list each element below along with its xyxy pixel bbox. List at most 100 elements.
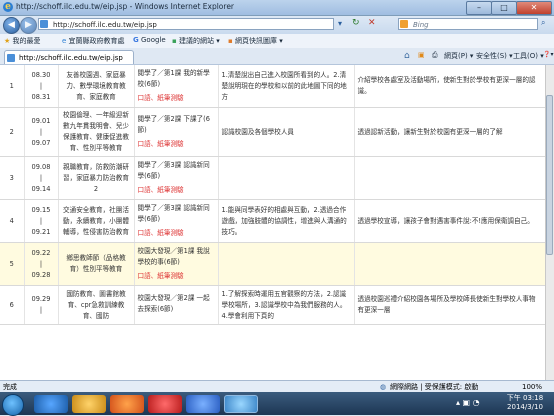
star-icon: ★ <box>4 37 11 45</box>
row-topic: 友善校園週、家庭暴力、數學環境教育教育、家庭教育 <box>58 65 135 108</box>
date-from: 09.22 <box>31 248 51 257</box>
fav-item-label: 宜蘭縣政府教育處 <box>68 37 125 45</box>
favorites-button[interactable]: ★ 我的最愛 <box>4 36 41 46</box>
minimize-button[interactable]: – <box>466 1 492 15</box>
row-number: 1 <box>0 65 25 108</box>
search-input[interactable]: Bing <box>398 18 538 30</box>
help-icon[interactable]: ❓▾ <box>543 51 553 58</box>
page-content: 1 08.30 | 08.31 友善校園週、家庭暴力、數學環境教育教育、家庭教育 閱學了／… <box>0 65 545 380</box>
row-topic: 國防教育、圖書館教育、cpr急救訓練教育、國防 <box>58 285 135 325</box>
row-number: 4 <box>0 199 25 243</box>
stop-icon[interactable]: ✕ <box>368 18 376 28</box>
date-separator: | <box>39 127 43 136</box>
table-row: 4 09.15 | 09.21 交通安全教育，社團活動，永續教育，小團體輔導，性侵害防治… <box>0 199 545 243</box>
goal-text: 認識校園及各個學校人員 <box>221 127 295 136</box>
dropdown-icon[interactable]: ▾ <box>338 19 342 28</box>
fav-item-education-dept[interactable]: e 宜蘭縣政府教育處 <box>62 36 125 46</box>
row-goal: 1.了解探索時運用五官觀察的方法，2.認識學校場所，3.認識學校中為我們服務的人… <box>218 285 355 325</box>
row-number-text: 1 <box>9 81 14 90</box>
start-button[interactable] <box>2 394 24 416</box>
scrollbar-thumb[interactable] <box>546 95 553 255</box>
feeds-icon[interactable]: ▣ <box>418 51 425 59</box>
row-note <box>354 156 545 200</box>
fav-item-web-slice-gallery[interactable]: ▪ 網頁快訊圖庫 ▾ <box>228 36 283 46</box>
date-to: 09.28 <box>31 270 51 279</box>
row-topic: 交通安全教育，社團活動，永續教育，小團體輔導，性侵害防治教育 <box>58 199 135 243</box>
curriculum-table: 1 08.30 | 08.31 友善校園週、家庭暴力、數學環境教育教育、家庭教育 閱學了／… <box>0 65 545 325</box>
forward-icon[interactable]: ▶ <box>20 17 37 34</box>
row-note: 透過認新活動，讓新生對於校園有更深一層的了解 <box>354 107 545 157</box>
row-dates: 09.22 | 09.28 <box>24 242 59 286</box>
topic-text: 校園倫理、一年級迎新數九年貫我明會、兒少保護教育、健康促進教育、性別平等教育 <box>63 111 129 152</box>
word-taskbar-icon[interactable] <box>186 395 220 413</box>
row-note: 透過校園巡禮介紹校園各場所及學校師長使新生對學校人事物有更深一層 <box>354 285 545 325</box>
clock[interactable]: 下午 03:18 2014/3/10 <box>500 394 550 412</box>
fav-item-suggested-sites[interactable]: ▪ 建議的網站 ▾ <box>172 36 220 46</box>
row-note: 介紹學校各處室及活動場所，使新生對於學校有更深一層的認識。 <box>354 65 545 108</box>
row-number: 5 <box>0 242 25 286</box>
row-unit: 閱學了／第3課 認識新同學(6節) 口語、紙筆測驗 <box>134 156 219 200</box>
date-separator: | <box>39 259 43 268</box>
print-icon[interactable]: ⎙ <box>432 51 438 60</box>
table-row: 3 09.08 | 09.14 親職教育，防救防潮研習，家庭暴力防治教育2 閱學了／第3課… <box>0 156 545 200</box>
evaluation-text: 口語、紙筆測驗 <box>137 140 184 148</box>
unit-text: 閱學了／第2課 下課了(6節) <box>137 115 210 134</box>
row-goal: 1.能與同學表好的相處與互動，2.透過合作遊戲，加強肢體的協調性，增進與人溝通的… <box>218 199 355 243</box>
date-from: 09.01 <box>31 116 51 125</box>
date-separator: | <box>39 306 43 314</box>
date-from: 09.08 <box>31 162 51 171</box>
table-row: 5 09.22 | 09.28 鄉思教師節（品格教育）性別平等教育 校園大發現／第1課 我… <box>0 242 545 286</box>
close-button[interactable]: ✕ <box>516 1 552 15</box>
row-goal <box>218 242 355 286</box>
table-row: 6 09.29 | 國防教育、圖書館教育、cpr急救訓練教育、國防 校園大發現／第2課 … <box>0 285 545 325</box>
row-goal: 1.清楚說出自己進入校園所看到的人。2.清楚說明現在的學校和以前的此地圖下同的地… <box>218 65 355 108</box>
evaluation-text: 口語、紙筆測驗 <box>137 229 184 237</box>
unit-text: 校園大發現／第1課 我說學校的事(6節) <box>137 247 210 266</box>
note-text: 透過校園巡禮介紹校園各場所及學校師長使新生對學校人事物有更深一層 <box>357 295 536 314</box>
menu-page[interactable]: 網頁(P) ▾ <box>444 51 473 61</box>
date-from: 08.30 <box>31 70 51 79</box>
ie-active-window-icon[interactable] <box>224 395 258 413</box>
unit-text: 校園大發現／第2課 一起去探索(6節) <box>137 293 210 313</box>
fav-item-label: 網頁快訊圖庫 ▾ <box>234 37 283 45</box>
refresh-icon[interactable]: ↻ <box>352 18 360 28</box>
fav-item-google[interactable]: G Google <box>133 36 166 44</box>
explorer-taskbar-icon[interactable] <box>72 395 106 413</box>
ie-page-icon: e <box>62 37 67 45</box>
row-number-text: 5 <box>9 259 14 268</box>
favorites-bar: ★ 我的最愛 e 宜蘭縣政府教育處 G Google ▪ 建議的網站 ▾ ▪ 網… <box>0 34 554 49</box>
fav-item-label: Google <box>140 36 166 44</box>
date-to: 09.14 <box>31 184 51 193</box>
topic-text: 親職教育，防救防潮研習，家庭暴力防治教育2 <box>63 162 129 193</box>
evaluation-text: 口語、紙筆測驗 <box>137 94 184 102</box>
topic-text: 友善校園週、家庭暴力、數學環境教育教育、家庭教育 <box>66 70 126 101</box>
topic-text: 鄉思教師節（品格教育）性別平等教育 <box>66 254 126 273</box>
menu-tools[interactable]: 工具(O) ▾ <box>513 51 544 61</box>
row-note <box>354 242 545 286</box>
media-player-taskbar-icon[interactable] <box>110 395 144 413</box>
row-number-text: 4 <box>9 216 14 225</box>
clock-date: 2014/3/10 <box>507 403 543 411</box>
row-number: 3 <box>0 156 25 200</box>
date-to: 09.07 <box>31 138 51 147</box>
ie-taskbar-icon[interactable] <box>34 395 68 413</box>
row-unit: 閱學了／第1課 我的新學校(6節) 口語、紙筆測驗 <box>134 65 219 108</box>
title-bar: e http://schoff.ilc.edu.tw/eip.jsp - Win… <box>0 0 554 16</box>
menu-safety[interactable]: 安全性(S) ▾ <box>476 51 513 61</box>
maximize-button[interactable]: □ <box>491 1 517 15</box>
clock-time: 下午 03:18 <box>506 394 544 402</box>
back-icon[interactable]: ◀ <box>3 17 20 34</box>
row-dates: 09.15 | 09.21 <box>24 199 59 243</box>
home-icon[interactable]: ⌂ <box>404 51 410 61</box>
chrome-taskbar-icon[interactable] <box>148 395 182 413</box>
note-text: 透過認新活動，讓新生對於校園有更深一層的了解 <box>357 127 503 136</box>
search-icon[interactable]: ⌕ <box>541 18 545 28</box>
tray-icons[interactable]: ▴ ▣ ◔ <box>456 398 480 407</box>
row-topic: 鄉思教師節（品格教育）性別平等教育 <box>58 242 135 286</box>
browser-tab[interactable]: http://schoff.ilc.edu.tw/eip.jsp <box>4 50 134 64</box>
date-to: 09.21 <box>31 227 51 236</box>
web-slice-icon: ▪ <box>228 37 233 45</box>
table-row: 2 09.01 | 09.07 校園倫理、一年級迎新數九年貫我明會、兒少保護教育、健康促… <box>0 107 545 157</box>
row-topic: 校園倫理、一年級迎新數九年貫我明會、兒少保護教育、健康促進教育、性別平等教育 <box>58 107 135 157</box>
url-input[interactable]: http://schoff.ilc.edu.tw/eip.jsp <box>38 18 334 30</box>
